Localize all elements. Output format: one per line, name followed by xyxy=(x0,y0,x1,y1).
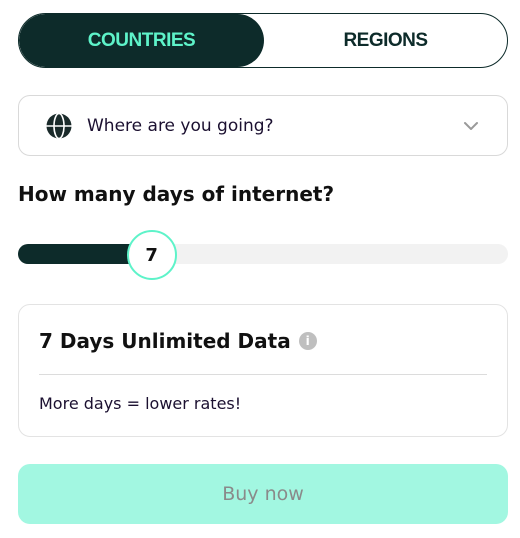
buy-now-button[interactable]: Buy now xyxy=(18,464,508,524)
plan-summary-card: 7 Days Unlimited Data i More days = lowe… xyxy=(18,304,508,437)
tab-countries[interactable]: COUNTRIES xyxy=(19,14,264,67)
plan-type-tabs: COUNTRIES REGIONS xyxy=(18,13,508,68)
tab-regions[interactable]: REGIONS xyxy=(264,14,507,67)
info-icon[interactable]: i xyxy=(298,332,317,350)
divider xyxy=(39,374,487,375)
plan-note: More days = lower rates! xyxy=(39,394,242,413)
destination-select[interactable]: Where are you going? xyxy=(18,95,508,156)
days-question: How many days of internet? xyxy=(18,182,335,206)
destination-placeholder: Where are you going? xyxy=(87,115,274,136)
chevron-down-icon xyxy=(464,121,478,130)
days-slider-thumb[interactable]: 7 xyxy=(126,230,177,280)
globe-icon xyxy=(46,112,72,139)
days-slider-track[interactable] xyxy=(18,244,508,264)
plan-title: 7 Days Unlimited Data xyxy=(39,329,291,353)
plan-header: 7 Days Unlimited Data i xyxy=(39,329,317,353)
